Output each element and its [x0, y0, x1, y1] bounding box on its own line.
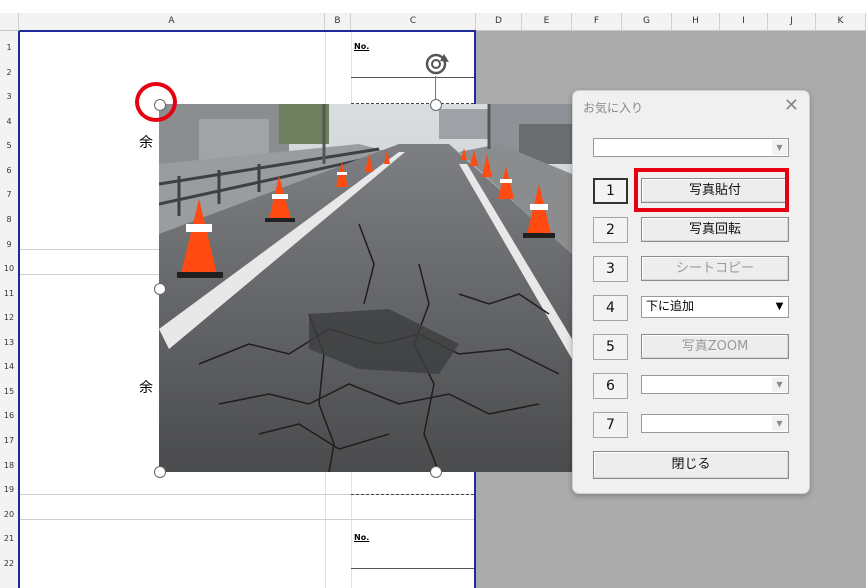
- column-header-d[interactable]: D: [476, 13, 522, 30]
- row-header[interactable]: 8: [0, 215, 18, 224]
- slot-1-button[interactable]: 1: [593, 178, 628, 204]
- row-header[interactable]: 15: [0, 387, 18, 396]
- row-header[interactable]: 14: [0, 362, 18, 371]
- column-header-i[interactable]: I: [720, 13, 768, 30]
- rotate-icon[interactable]: [422, 50, 452, 78]
- row-header[interactable]: 11: [0, 289, 18, 298]
- column-header-bar: A B C D E F G H I J K: [0, 13, 866, 31]
- add-position-value: 下に追加: [646, 299, 695, 313]
- row-header[interactable]: 3: [0, 92, 18, 101]
- row-header[interactable]: 22: [0, 559, 18, 568]
- column-header-e[interactable]: E: [522, 13, 572, 30]
- column-header-h[interactable]: H: [672, 13, 720, 30]
- column-header-k[interactable]: K: [816, 13, 866, 30]
- row-header[interactable]: 20: [0, 510, 18, 519]
- cell-text: 余: [139, 380, 153, 396]
- highlight-circle: [135, 82, 177, 122]
- column-header-b[interactable]: B: [325, 13, 351, 30]
- number-label: No.: [354, 42, 370, 51]
- close-button[interactable]: 閉じる: [593, 451, 789, 479]
- resize-handle-left[interactable]: [154, 283, 166, 295]
- row-header-bar: 1 2 3 4 5 6 7 8 9 10 11 12 13 14 15 16 1…: [0, 31, 19, 588]
- row-header[interactable]: 12: [0, 313, 18, 322]
- favorites-dialog: お気に入り ✕ ▼ 1 写真貼付 2 写真回転 3 シートコピー 4 下に追加 …: [572, 90, 810, 494]
- row-header[interactable]: 5: [0, 141, 18, 150]
- slot-7-button[interactable]: 7: [593, 412, 628, 438]
- close-icon[interactable]: ✕: [784, 95, 799, 116]
- road-photo-image: [159, 104, 572, 472]
- chevron-down-icon[interactable]: ▼: [772, 140, 787, 155]
- chevron-down-icon[interactable]: ▼: [772, 299, 787, 314]
- row-header[interactable]: 13: [0, 338, 18, 347]
- slot-6-button[interactable]: 6: [593, 373, 628, 399]
- column-header-f[interactable]: F: [572, 13, 622, 30]
- slot-6-select[interactable]: ▼: [641, 375, 789, 394]
- row-header[interactable]: 1: [0, 43, 18, 52]
- dialog-title: お気に入り: [583, 101, 644, 115]
- print-border-top: [19, 30, 476, 32]
- row-header[interactable]: 6: [0, 166, 18, 175]
- column-header-c[interactable]: C: [351, 13, 476, 30]
- slot-7-select[interactable]: ▼: [641, 414, 789, 433]
- ribbon-strip: [0, 0, 866, 14]
- chevron-down-icon[interactable]: ▼: [772, 377, 787, 392]
- slot-5-button[interactable]: 5: [593, 334, 628, 360]
- highlight-box: [634, 168, 789, 212]
- resize-handle-bottom[interactable]: [430, 466, 442, 478]
- chevron-down-icon[interactable]: ▼: [772, 416, 787, 431]
- rotate-photo-button[interactable]: 写真回転: [641, 217, 789, 242]
- print-border-left: [18, 31, 20, 588]
- row-header[interactable]: 4: [0, 117, 18, 126]
- road-photo[interactable]: [159, 104, 572, 472]
- slot-3-button[interactable]: 3: [593, 256, 628, 282]
- row-header[interactable]: 10: [0, 264, 18, 273]
- sheet-copy-button[interactable]: シートコピー: [641, 256, 789, 281]
- slot-2-button[interactable]: 2: [593, 217, 628, 243]
- column-header-j[interactable]: J: [768, 13, 816, 30]
- row-header[interactable]: 16: [0, 411, 18, 420]
- column-header-g[interactable]: G: [622, 13, 672, 30]
- favorites-select[interactable]: ▼: [593, 138, 789, 157]
- corner-cell[interactable]: [0, 13, 19, 30]
- row-header[interactable]: 21: [0, 534, 18, 543]
- row-header[interactable]: 17: [0, 436, 18, 445]
- add-position-select[interactable]: 下に追加 ▼: [641, 296, 789, 318]
- slot-4-button[interactable]: 4: [593, 295, 628, 321]
- row-header[interactable]: 19: [0, 485, 18, 494]
- row-header[interactable]: 2: [0, 68, 18, 77]
- number-label: No.: [354, 533, 370, 542]
- row-header[interactable]: 18: [0, 461, 18, 470]
- rotate-handle-stem: [435, 76, 436, 100]
- cell-text: 余: [139, 135, 153, 151]
- column-header-a[interactable]: A: [19, 13, 325, 30]
- row-header[interactable]: 7: [0, 190, 18, 199]
- resize-handle-top[interactable]: [430, 99, 442, 111]
- photo-zoom-button[interactable]: 写真ZOOM: [641, 334, 789, 359]
- row-header[interactable]: 9: [0, 240, 18, 249]
- resize-handle-bottom-left[interactable]: [154, 466, 166, 478]
